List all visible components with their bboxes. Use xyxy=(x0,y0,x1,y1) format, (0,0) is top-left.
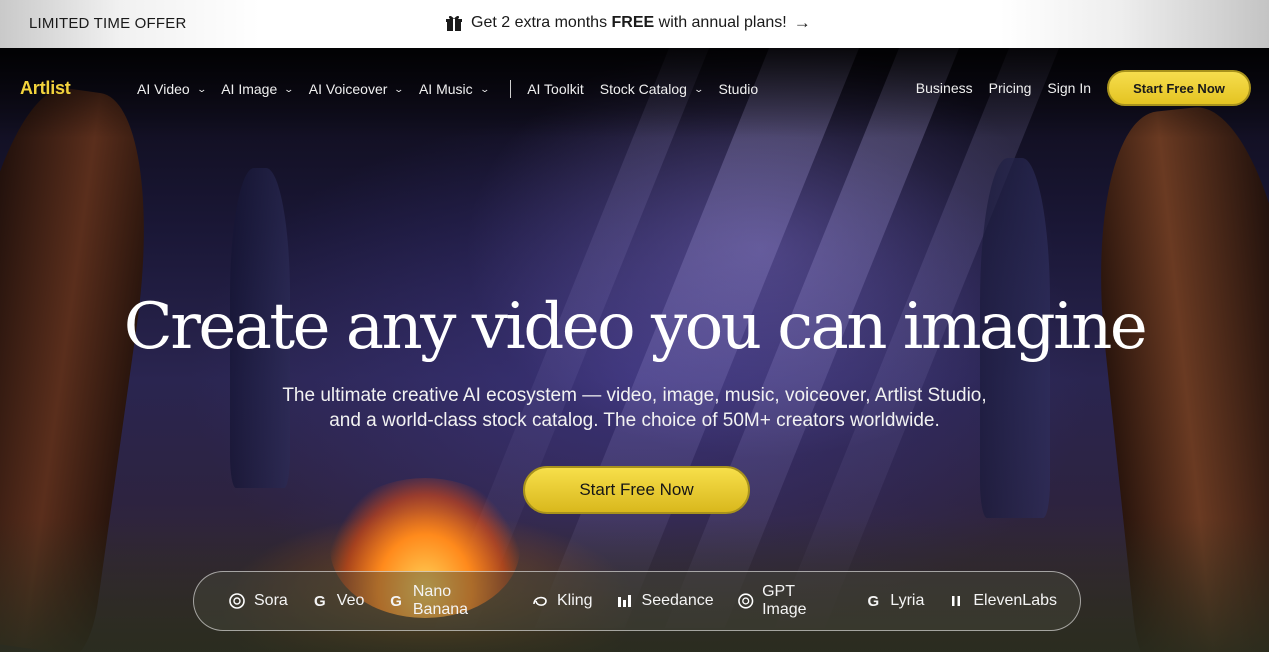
nav-item-ai-music[interactable]: AI Music ⌄ xyxy=(418,81,490,97)
model-label: Veo xyxy=(336,592,365,609)
model-seedance[interactable]: Seedance xyxy=(616,592,714,610)
nav-divider xyxy=(510,80,512,98)
google-icon: G xyxy=(867,592,880,610)
model-elevenlabs[interactable]: ElevenLabs xyxy=(947,592,1057,610)
promo-text-bold: FREE xyxy=(611,14,655,31)
nav-item-ai-toolkit[interactable]: AI Toolkit xyxy=(527,81,584,97)
main-nav: Artlist AI Video ⌄ AI Image ⌄ AI Voiceov… xyxy=(0,48,1269,128)
google-icon: G xyxy=(390,592,402,610)
nav-item-label: AI Music xyxy=(418,81,473,97)
start-free-now-hero-button[interactable]: Start Free Now xyxy=(523,466,750,514)
model-label: GPT Image xyxy=(762,583,807,618)
nav-item-label: Stock Catalog xyxy=(599,81,687,97)
gift-icon xyxy=(446,15,462,31)
promo-banner[interactable]: LIMITED TIME OFFER Get 2 extra months FR… xyxy=(0,0,1269,48)
nav-item-ai-image[interactable]: AI Image ⌄ xyxy=(221,81,295,97)
google-icon: G xyxy=(313,592,326,610)
model-lyria[interactable]: G Lyria xyxy=(864,592,924,610)
promo-offer-link[interactable]: Get 2 extra months FREE with annual plan… xyxy=(445,13,811,33)
bars-icon xyxy=(617,595,631,607)
promo-text-after: with annual plans! xyxy=(654,14,787,31)
model-label: Kling xyxy=(556,592,593,609)
pause-bars-icon xyxy=(952,596,961,606)
nav-item-stock-catalog[interactable]: Stock Catalog ⌄ xyxy=(599,81,704,97)
nav-link-pricing[interactable]: Pricing xyxy=(989,80,1032,96)
arrow-right-icon: → xyxy=(793,13,811,32)
chevron-down-icon: ⌄ xyxy=(283,83,295,94)
nav-item-ai-voiceover[interactable]: AI Voiceover ⌄ xyxy=(308,81,405,97)
start-free-now-nav-button[interactable]: Start Free Now xyxy=(1107,70,1251,106)
ai-models-bar: Sora G Veo G Nano Banana Kling Seedance … xyxy=(193,571,1081,631)
chevron-down-icon: ⌄ xyxy=(393,83,405,94)
nav-item-label: Studio xyxy=(718,81,759,97)
nav-item-label: AI Voiceover xyxy=(308,81,388,97)
artlist-logo[interactable]: Artlist xyxy=(20,78,71,99)
nav-link-sign-in[interactable]: Sign In xyxy=(1047,80,1091,96)
chevron-down-icon: ⌄ xyxy=(693,83,704,94)
model-label: Seedance xyxy=(641,592,714,609)
model-label: ElevenLabs xyxy=(973,592,1057,609)
nav-item-label: AI Video xyxy=(137,81,190,97)
model-kling[interactable]: Kling xyxy=(531,592,593,610)
model-veo[interactable]: G Veo xyxy=(311,592,365,610)
nav-item-ai-video[interactable]: AI Video ⌄ xyxy=(137,81,207,97)
kling-icon xyxy=(533,596,547,606)
hero-subheadline: The ultimate creative AI ecosystem — vid… xyxy=(0,383,1269,433)
model-sora[interactable]: Sora xyxy=(228,592,288,610)
promo-limited-offer-label: LIMITED TIME OFFER xyxy=(29,15,187,32)
promo-text-before: Get 2 extra months xyxy=(471,14,612,31)
hero-headline: Create any video you can imagine xyxy=(123,290,1148,364)
nav-right: Business Pricing Sign In Start Free Now xyxy=(916,70,1251,106)
nav-menu: AI Video ⌄ AI Image ⌄ AI Voiceover ⌄ AI … xyxy=(137,80,774,98)
nav-item-label: AI Toolkit xyxy=(527,81,584,97)
model-label: Sora xyxy=(254,592,288,609)
openai-icon xyxy=(737,593,753,609)
model-label: Nano Banana xyxy=(412,583,469,618)
hero-sub-line: The ultimate creative AI ecosystem — vid… xyxy=(282,385,987,406)
nav-item-studio[interactable]: Studio xyxy=(718,81,758,97)
hero-sub-line: and a world-class stock catalog. The cho… xyxy=(329,410,940,431)
model-gpt-image[interactable]: GPT Image xyxy=(737,583,842,619)
chevron-down-icon: ⌄ xyxy=(196,83,207,94)
chevron-down-icon: ⌄ xyxy=(479,83,490,94)
nav-item-label: AI Image xyxy=(221,81,278,97)
model-label: Lyria xyxy=(890,592,925,609)
model-nano-banana[interactable]: G Nano Banana xyxy=(387,583,508,619)
nav-link-business[interactable]: Business xyxy=(916,80,973,96)
openai-icon xyxy=(229,593,245,609)
